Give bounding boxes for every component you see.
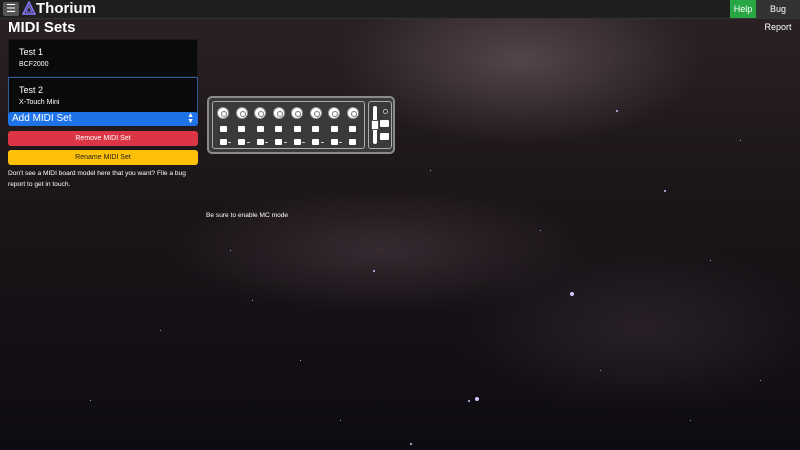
button-separator xyxy=(283,142,287,143)
select-caret-icon: ▲ ▼ xyxy=(187,112,194,125)
layer-a-button[interactable] xyxy=(380,120,389,127)
rotary-knob[interactable] xyxy=(309,107,322,119)
controller-button[interactable] xyxy=(312,139,319,145)
page-title: MIDI Sets xyxy=(8,19,76,36)
controller-button[interactable] xyxy=(275,139,282,145)
button-separator xyxy=(246,142,250,143)
midi-set-model: BCF2000 xyxy=(19,61,49,68)
controller-button[interactable] xyxy=(219,126,227,132)
help-button[interactable]: Help xyxy=(730,0,756,18)
midi-set-item[interactable]: Test 1 BCF2000 xyxy=(8,39,198,77)
button-separator xyxy=(302,142,305,143)
layer-indicator-icon xyxy=(383,109,388,114)
add-midi-set-select[interactable]: Add MIDI Set ▲ ▼ xyxy=(8,112,198,126)
controller-button[interactable] xyxy=(238,139,245,145)
controller-button[interactable] xyxy=(349,126,356,132)
rename-midi-set-button[interactable]: Rename MIDI Set xyxy=(8,150,198,165)
controller-button[interactable] xyxy=(293,126,301,132)
mc-mode-note: Be sure to enable MC mode xyxy=(206,212,289,219)
x-touch-mini-controller xyxy=(207,96,395,154)
top-navbar: ☰ Thorium Help Bug Report xyxy=(0,0,800,32)
controller-button[interactable] xyxy=(219,139,227,145)
rotary-knob[interactable] xyxy=(328,107,340,119)
midi-set-name: Test 2 xyxy=(19,85,44,95)
controller-button[interactable] xyxy=(293,139,301,145)
remove-midi-set-button[interactable]: Remove MIDI Set xyxy=(8,131,198,146)
midi-set-model: X-Touch Mini xyxy=(19,99,60,106)
midi-set-name: Test 1 xyxy=(19,47,44,57)
controller-button[interactable] xyxy=(256,126,264,132)
button-separator xyxy=(320,142,324,143)
controller-side-panel xyxy=(368,101,392,149)
controller-button[interactable] xyxy=(238,126,245,132)
controller-button[interactable] xyxy=(312,126,319,132)
app-name[interactable]: Thorium xyxy=(36,0,96,18)
hamburger-icon: ☰ xyxy=(6,3,16,15)
rotary-knob[interactable] xyxy=(291,107,303,119)
controller-button[interactable] xyxy=(256,139,264,145)
bug-report-button[interactable]: Bug Report xyxy=(756,0,800,32)
fader-handle[interactable] xyxy=(371,120,379,130)
rotary-knob[interactable] xyxy=(346,107,359,119)
rotary-knob[interactable] xyxy=(254,107,266,119)
thorium-logo-icon xyxy=(22,1,36,15)
add-midi-set-label: Add MIDI Set xyxy=(12,113,72,124)
button-separator xyxy=(265,142,268,143)
controller-button[interactable] xyxy=(330,126,338,132)
rotary-knob[interactable] xyxy=(235,107,248,119)
rotary-knob[interactable] xyxy=(217,107,229,119)
button-separator xyxy=(228,142,231,143)
help-text: Don't see a MIDI board model here that y… xyxy=(8,170,186,188)
controller-button[interactable] xyxy=(330,139,338,145)
controller-button[interactable] xyxy=(349,139,356,145)
controller-main-panel xyxy=(212,101,365,149)
button-separator xyxy=(339,142,342,143)
layer-b-button[interactable] xyxy=(380,133,389,140)
rotary-knob[interactable] xyxy=(272,107,285,119)
hamburger-menu-button[interactable]: ☰ xyxy=(3,2,19,16)
midi-set-item[interactable]: Test 2 X-Touch Mini xyxy=(8,77,198,115)
midi-set-list: Test 1 BCF2000 Test 2 X-Touch Mini xyxy=(8,39,198,115)
controller-button[interactable] xyxy=(275,126,282,132)
